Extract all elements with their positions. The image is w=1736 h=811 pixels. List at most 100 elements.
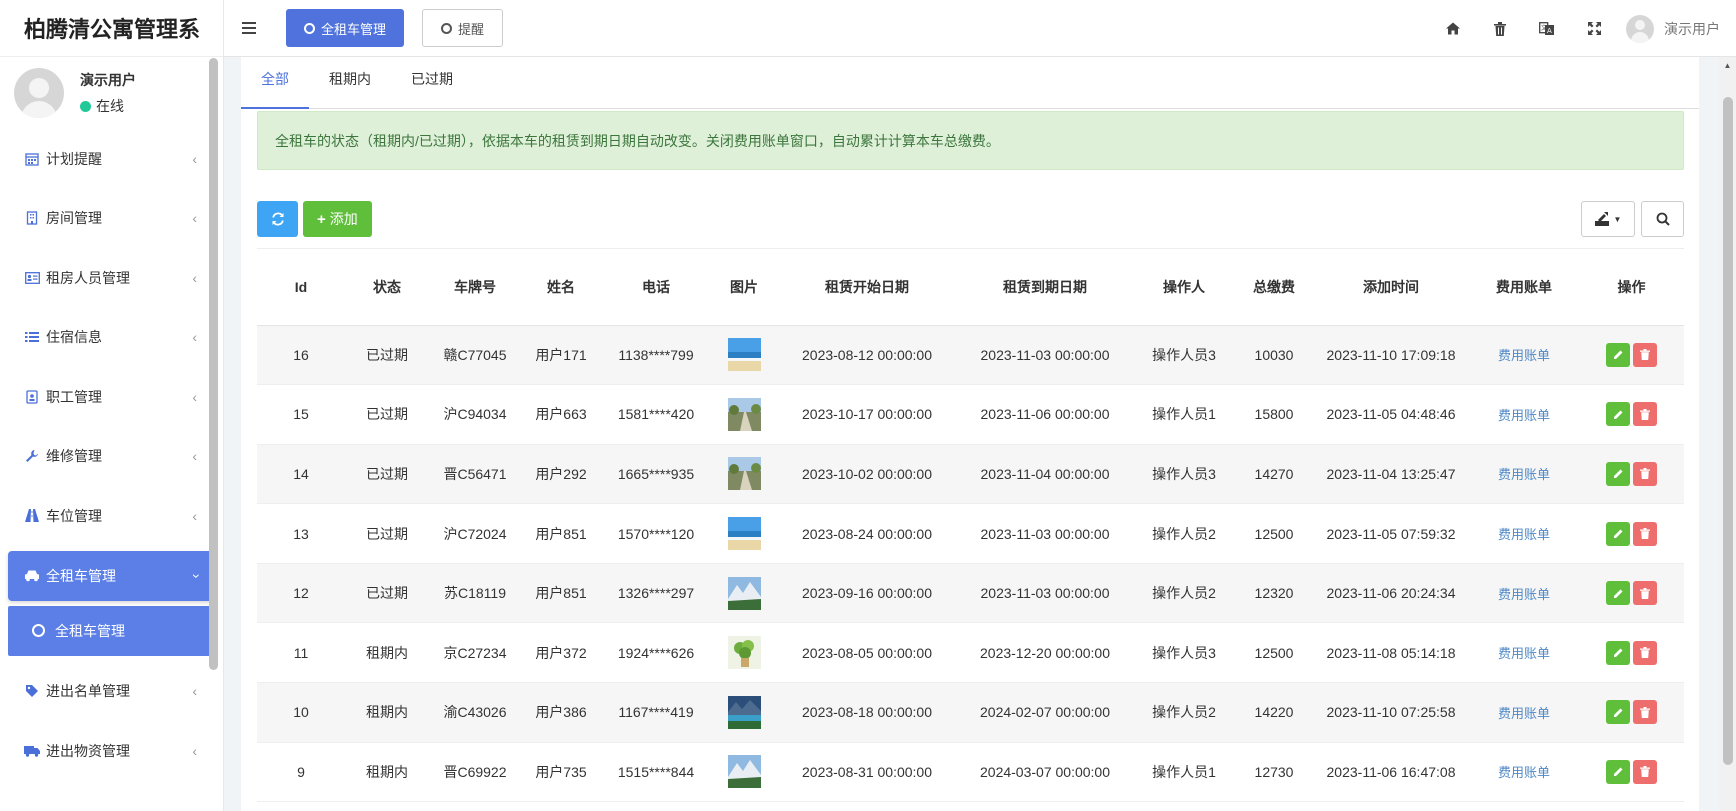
car-photo[interactable] <box>727 755 761 789</box>
tab-reminder[interactable]: 提醒 <box>422 9 504 47</box>
home-icon[interactable] <box>1445 21 1461 37</box>
car-photo[interactable] <box>727 636 761 670</box>
cell-image[interactable] <box>711 682 777 743</box>
col-header-phone[interactable]: 电话 <box>601 249 711 326</box>
bill-link[interactable]: 费用账单 <box>1498 467 1550 482</box>
sidebar-item-materials[interactable]: 进出物资管理 ‹ <box>0 721 223 781</box>
col-header-added[interactable]: 添加时间 <box>1313 249 1469 326</box>
bill-link[interactable]: 费用账单 <box>1498 408 1550 423</box>
col-header-end-date[interactable]: 租赁到期日期 <box>957 249 1133 326</box>
delete-button[interactable] <box>1633 581 1657 606</box>
cell-image[interactable] <box>711 622 777 684</box>
edit-button[interactable] <box>1606 342 1630 367</box>
tab-full-rent-car[interactable]: 全租车管理 <box>286 9 405 47</box>
bill-link[interactable]: 费用账单 <box>1498 646 1550 661</box>
edit-button[interactable] <box>1606 461 1630 486</box>
translate-icon[interactable]: 文A <box>1539 21 1555 37</box>
sidebar-item-access-list[interactable]: 进出名单管理 ‹ <box>0 662 223 722</box>
col-header-name[interactable]: 姓名 <box>521 249 601 326</box>
bill-link[interactable]: 费用账单 <box>1498 527 1550 542</box>
sidebar-item-tenants[interactable]: 租房人员管理 ‹ <box>0 248 223 308</box>
bill-link[interactable]: 费用账单 <box>1498 706 1550 721</box>
page-scrollbar[interactable]: ▲ <box>1719 57 1736 811</box>
edit-button[interactable] <box>1606 640 1630 665</box>
export-button[interactable]: ▼ <box>1581 201 1635 237</box>
table-row[interactable]: 11 租期内 京C27234 用户372 1924****626 2023-08-05 0… <box>257 622 1684 684</box>
bill-link[interactable]: 费用账单 <box>1498 765 1550 780</box>
refresh-button[interactable] <box>257 201 298 237</box>
col-header-total[interactable]: 总缴费 <box>1235 249 1313 326</box>
cell-image[interactable] <box>711 563 777 624</box>
table-row[interactable]: 15 已过期 沪C94034 用户663 1581****420 2023-10-17 0… <box>257 384 1684 445</box>
sidebar-item-label: 车位管理 <box>46 507 102 524</box>
col-header-image[interactable]: 图片 <box>711 249 777 326</box>
col-header-bill[interactable]: 费用账单 <box>1469 249 1579 326</box>
col-header-operator[interactable]: 操作人 <box>1133 249 1235 326</box>
sidebar-item-repair[interactable]: 维修管理 ‹ <box>0 427 223 487</box>
sidebar-item-label: 职工管理 <box>46 388 102 405</box>
search-button[interactable] <box>1641 201 1684 237</box>
edit-button[interactable] <box>1606 700 1630 725</box>
bill-link[interactable]: 费用账单 <box>1498 348 1550 363</box>
cell-start: 2023-08-05 00:00:00 <box>777 622 957 684</box>
tab-expired[interactable]: 已过期 <box>391 53 473 105</box>
sidebar-subitem-full-rent-car[interactable]: 全租车管理 <box>8 605 215 656</box>
sidebar-item-plan-reminder[interactable]: 计划提醒 ‹ <box>0 129 223 189</box>
car-photo[interactable] <box>727 576 761 610</box>
edit-button[interactable] <box>1606 402 1630 427</box>
col-header-status[interactable]: 状态 <box>345 249 429 326</box>
car-photo[interactable] <box>727 338 761 372</box>
sidebar-item-full-rent-car[interactable]: 全租车管理 ‹ <box>8 550 215 601</box>
add-button[interactable]: + 添加 <box>303 201 372 237</box>
trash-icon <box>1640 349 1650 361</box>
cell-image[interactable] <box>711 325 777 386</box>
delete-button[interactable] <box>1633 521 1657 546</box>
table-row[interactable]: 13 已过期 沪C72024 用户851 1570****120 2023-08-24 0… <box>257 503 1684 564</box>
sidebar-item-staff[interactable]: 职工管理 ‹ <box>0 367 223 427</box>
cell-start: 2023-08-24 00:00:00 <box>777 503 957 564</box>
delete-button[interactable] <box>1633 700 1657 725</box>
delete-button[interactable] <box>1633 461 1657 486</box>
top-user-menu[interactable]: 演示用户 <box>1626 14 1720 43</box>
table-row[interactable]: 14 已过期 晋C56471 用户292 1665****935 2023-10-02 0… <box>257 444 1684 505</box>
table-row[interactable]: 10 租期内 渝C43026 用户386 1167****419 2023-08-18 0… <box>257 682 1684 743</box>
sidebar-item-lodging[interactable]: 住宿信息 ‹ <box>0 308 223 368</box>
cell-image[interactable] <box>711 742 777 803</box>
delete-button[interactable] <box>1633 640 1657 665</box>
menu-toggle-icon[interactable] <box>242 22 256 34</box>
edit-button[interactable] <box>1606 521 1630 546</box>
delete-button[interactable] <box>1633 759 1657 784</box>
delete-button[interactable] <box>1633 402 1657 427</box>
scroll-up-icon[interactable]: ▲ <box>1719 57 1736 74</box>
car-photo[interactable] <box>727 695 761 729</box>
car-photo[interactable] <box>727 397 761 431</box>
cell-image[interactable] <box>711 503 777 564</box>
bill-link[interactable]: 费用账单 <box>1498 587 1550 602</box>
col-header-plate[interactable]: 车牌号 <box>429 249 521 326</box>
page-scrollbar-thumb[interactable] <box>1723 97 1733 765</box>
cell-image[interactable] <box>711 444 777 505</box>
tab-all[interactable]: 全部 <box>241 53 309 109</box>
table-row[interactable]: 12 已过期 苏C18119 用户851 1326****297 2023-09-16 0… <box>257 563 1684 624</box>
fullscreen-icon[interactable] <box>1586 21 1602 37</box>
tab-in-term[interactable]: 租期内 <box>309 53 391 105</box>
table-row[interactable]: 9 租期内 晋C69922 用户735 1515****844 2023-08-31 00… <box>257 742 1684 803</box>
sidebar-scrollbar[interactable] <box>209 58 218 670</box>
edit-button[interactable] <box>1606 581 1630 606</box>
cell-added: 2023-11-08 05:14:18 <box>1313 622 1469 684</box>
edit-button[interactable] <box>1606 759 1630 784</box>
delete-button[interactable] <box>1633 342 1657 367</box>
car-photo[interactable] <box>727 457 761 491</box>
pencil-icon <box>1613 648 1622 658</box>
trash-icon[interactable] <box>1492 21 1508 37</box>
sidebar-item-parking[interactable]: 车位管理 ‹ <box>0 486 223 546</box>
user-panel: 演示用户 在线 <box>0 57 223 129</box>
cell-actions <box>1579 563 1684 624</box>
info-alert: 全租车的状态（租期内/已过期），依据本车的租赁到期日期自动改变。关闭费用账单窗口… <box>257 111 1684 170</box>
sidebar-item-room[interactable]: 房间管理 ‹ <box>0 189 223 249</box>
table-row[interactable]: 16 已过期 赣C77045 用户171 1138****799 2023-08-12 0… <box>257 325 1684 386</box>
col-header-id[interactable]: Id <box>257 249 345 326</box>
col-header-start-date[interactable]: 租赁开始日期 <box>777 249 957 326</box>
car-photo[interactable] <box>727 517 761 551</box>
cell-image[interactable] <box>711 384 777 445</box>
